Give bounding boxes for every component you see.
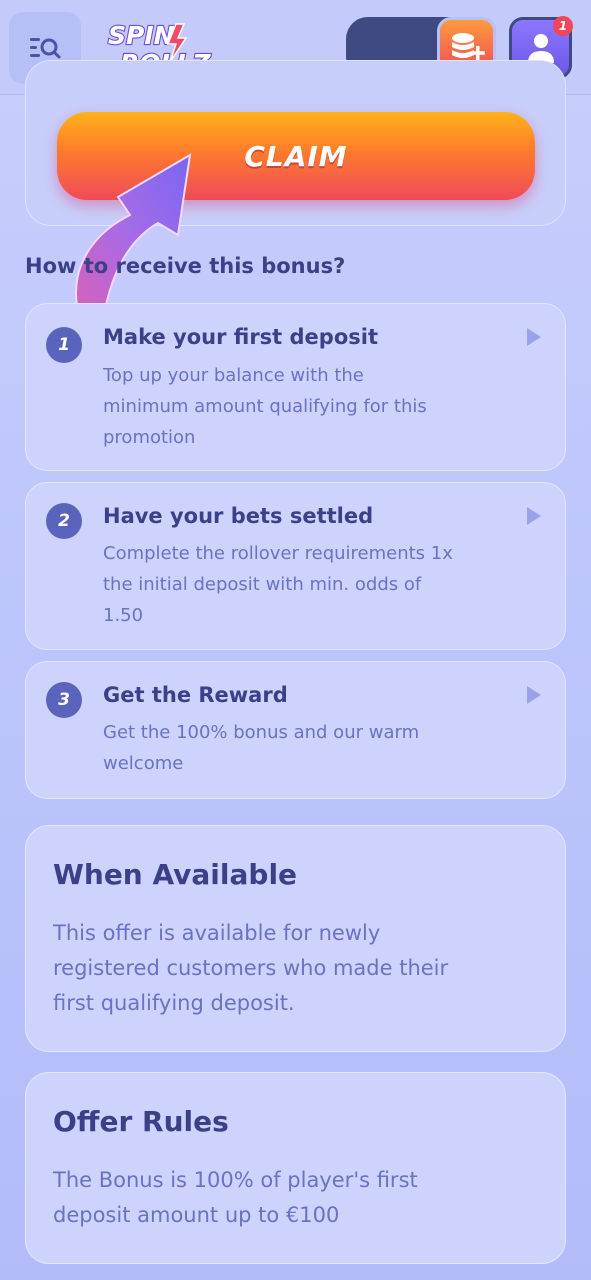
step-description: Get the 100% bonus and our warm welcome (103, 717, 513, 779)
step-description-line: minimum amount qualifying for this (103, 396, 427, 417)
step-description-line: the initial deposit with min. odds of (103, 574, 422, 595)
chevron-right-icon (527, 328, 541, 346)
chevron-right-icon (527, 686, 541, 704)
step-number: 1 (46, 327, 82, 363)
step-title: Make your first deposit (103, 325, 378, 349)
step-description-line: Top up your balance with the (103, 365, 364, 386)
offer-rules-text: The Bonus is 100% of player's first depo… (53, 1163, 523, 1233)
claim-button[interactable]: CLAIM (57, 112, 535, 200)
step-card[interactable]: 2 Have your bets settled Complete the ro… (25, 482, 566, 650)
chevron-right-icon (527, 507, 541, 525)
step-description: Top up your balance with the minimum amo… (103, 360, 513, 453)
step-number: 2 (46, 503, 82, 539)
info-text-line: registered customers who made their (53, 956, 449, 980)
when-available-title: When Available (53, 858, 298, 891)
when-available-card: When Available This offer is available f… (25, 825, 566, 1052)
section-heading: How to receive this bonus? (25, 254, 346, 278)
info-text-line: This offer is available for newly (53, 921, 381, 945)
step-card[interactable]: 1 Make your first deposit Top up your ba… (25, 303, 566, 471)
step-description-line: Complete the rollover requirements 1x (103, 543, 453, 564)
step-title: Get the Reward (103, 683, 288, 707)
logo-text-spin: SPIN (108, 21, 175, 50)
info-text-line: The Bonus is 100% of player's first (53, 1168, 418, 1192)
step-title: Have your bets settled (103, 504, 374, 528)
menu-search-icon (30, 38, 61, 59)
step-description-line: Get the 100% bonus and our warm (103, 722, 420, 743)
offer-rules-title: Offer Rules (53, 1105, 229, 1138)
info-text-line: deposit amount up to €100 (53, 1203, 340, 1227)
when-available-text: This offer is available for newly regist… (53, 916, 523, 1021)
info-text-line: first qualifying deposit. (53, 991, 295, 1015)
step-description-line: promotion (103, 427, 196, 448)
coins-plus-icon (451, 33, 485, 60)
step-description-line: welcome (103, 753, 184, 774)
step-description-line: 1.50 (103, 605, 144, 626)
offer-rules-card: Offer Rules The Bonus is 100% of player'… (25, 1072, 566, 1264)
step-number: 3 (46, 682, 82, 718)
notification-badge: 1 (553, 16, 573, 36)
step-card[interactable]: 3 Get the Reward Get the 100% bonus and … (25, 661, 566, 799)
step-description: Complete the rollover requirements 1x th… (103, 538, 513, 631)
